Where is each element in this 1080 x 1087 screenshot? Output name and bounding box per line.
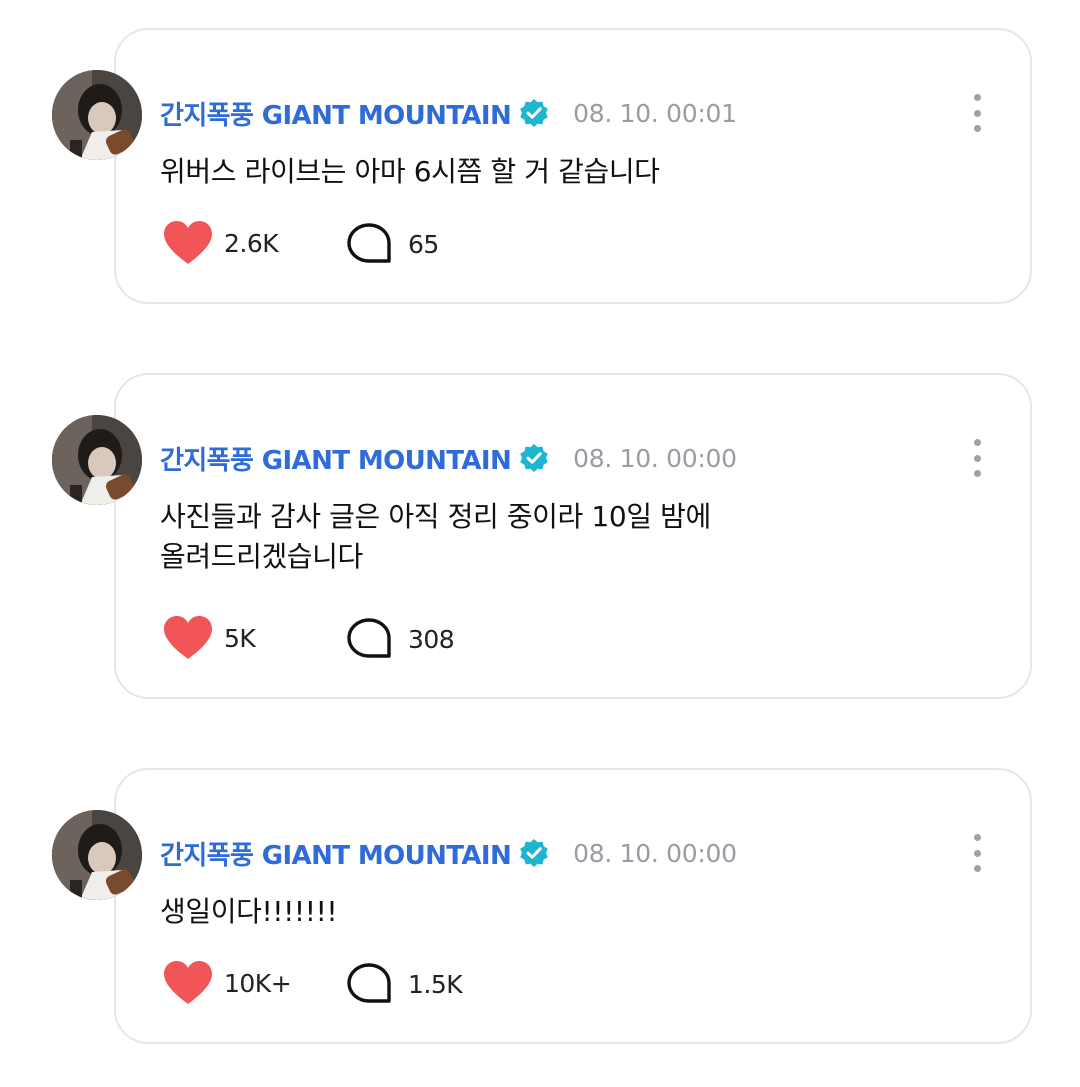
comment-button[interactable]: 1.5K <box>346 963 463 1005</box>
more-vertical-icon[interactable] <box>962 94 992 132</box>
comment-bubble-icon <box>347 223 391 263</box>
verified-badge-icon <box>520 444 548 472</box>
comment-count: 1.5K <box>408 969 463 999</box>
heart-icon <box>164 221 212 264</box>
post-timestamp: 08. 10. 00:01 <box>573 98 737 128</box>
like-button[interactable]: 5K <box>162 615 256 661</box>
post-timestamp: 08. 10. 00:00 <box>573 443 737 473</box>
like-button[interactable]: 2.6K <box>162 220 279 266</box>
avatar[interactable] <box>52 810 142 900</box>
comment-count: 308 <box>408 624 455 654</box>
comment-count: 65 <box>408 229 439 259</box>
verified-badge-icon <box>520 99 548 127</box>
post-3: 간지폭풍 GIANT MOUNTAIN 08. 10. 00:00 생일이다!!… <box>0 768 1080 1044</box>
post-2: 간지폭풍 GIANT MOUNTAIN 08. 10. 00:00 사진들과 감… <box>0 373 1080 699</box>
post-text: 위버스 라이브는 아마 6시쯤 할 거 같습니다 <box>160 155 660 188</box>
more-vertical-icon[interactable] <box>962 439 992 477</box>
comment-button[interactable]: 65 <box>346 223 439 265</box>
comment-bubble-icon <box>347 963 391 1003</box>
heart-icon <box>164 616 212 659</box>
comment-bubble-icon <box>347 618 391 658</box>
post-1: 간지폭풍 GIANT MOUNTAIN 08. 10. 00:01 위버스 라이… <box>0 28 1080 304</box>
comment-button[interactable]: 308 <box>346 618 455 660</box>
post-header: 간지폭풍 GIANT MOUNTAIN 08. 10. 00:01 <box>160 95 737 132</box>
post-header: 간지폭풍 GIANT MOUNTAIN 08. 10. 00:00 <box>160 835 737 872</box>
avatar[interactable] <box>52 70 142 160</box>
post-text: 생일이다!!!!!!! <box>160 895 338 928</box>
author-name[interactable]: 간지폭풍 GIANT MOUNTAIN <box>160 440 512 477</box>
more-vertical-icon[interactable] <box>962 834 992 872</box>
post-text: 사진들과 감사 글은 아직 정리 중이라 10일 밤에 올려드리겠습니다 <box>160 500 711 573</box>
author-name[interactable]: 간지폭풍 GIANT MOUNTAIN <box>160 835 512 872</box>
post-header: 간지폭풍 GIANT MOUNTAIN 08. 10. 00:00 <box>160 440 737 477</box>
verified-badge-icon <box>520 839 548 867</box>
avatar[interactable] <box>52 415 142 505</box>
post-timestamp: 08. 10. 00:00 <box>573 838 737 868</box>
like-button[interactable]: 10K+ <box>162 960 292 1006</box>
heart-icon <box>164 961 212 1004</box>
like-count: 10K+ <box>224 968 292 998</box>
like-count: 5K <box>224 623 256 653</box>
author-name[interactable]: 간지폭풍 GIANT MOUNTAIN <box>160 95 512 132</box>
like-count: 2.6K <box>224 228 279 258</box>
